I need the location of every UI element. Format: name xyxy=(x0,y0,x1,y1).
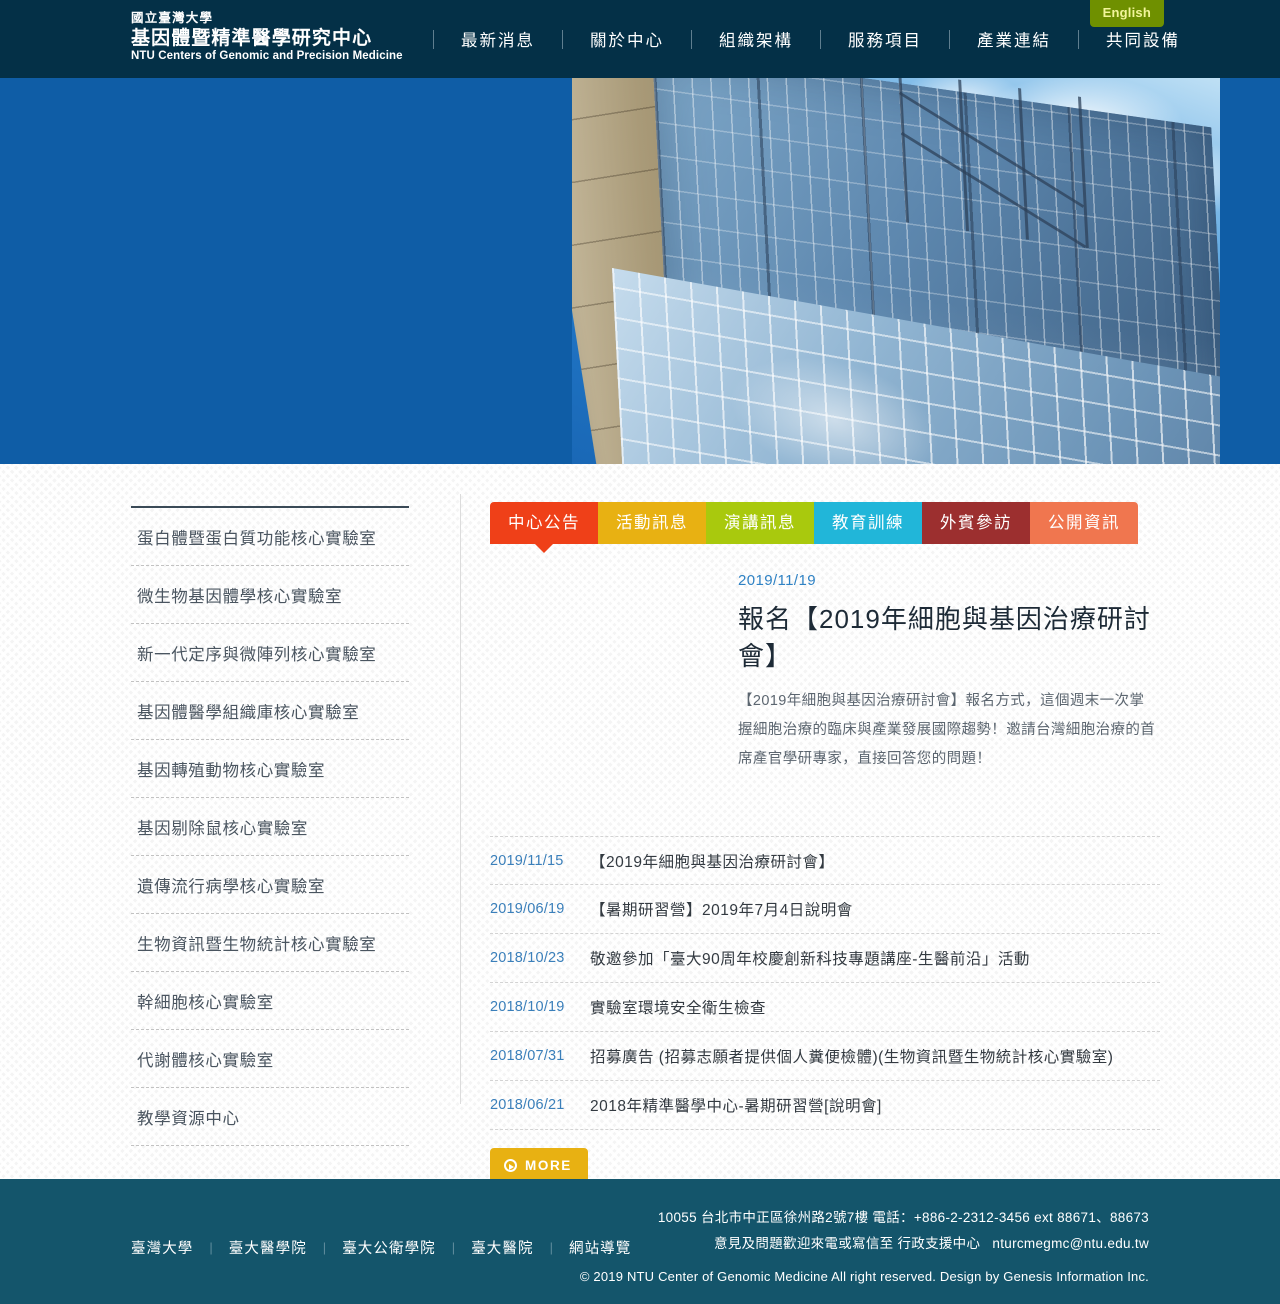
nav-item-services[interactable]: 服務項目 xyxy=(822,27,948,51)
news-list-item[interactable]: 2019/06/19 【暑期研習營】2019年7月4日說明會 xyxy=(490,885,1160,934)
logo-university-name: 國立臺灣大學 xyxy=(131,11,214,25)
site-footer: 臺灣大學 | 臺大醫學院 | 臺大公衛學院 | 臺大醫院 | 網站導覽 1005… xyxy=(0,1179,1280,1304)
sidebar-item-metabolomics-lab[interactable]: 代謝體核心實驗室 xyxy=(131,1030,409,1088)
footer-email-link[interactable]: nturcmegmc@ntu.edu.tw xyxy=(992,1236,1149,1251)
footer-address: 10055 台北市中正區徐州路2號7樓 電話：+886-2-2312-3456 … xyxy=(657,1210,1149,1225)
footer-link-public-health-college[interactable]: 臺大公衛學院 xyxy=(342,1237,436,1258)
logo-english-name: NTU Centers of Genomic and Precision Med… xyxy=(131,49,403,62)
footer-contact-prefix: 意見及問題歡迎來電或寫信至 行政支援中心 xyxy=(714,1235,981,1251)
nav-divider xyxy=(949,29,950,49)
footer-link-divider: | xyxy=(549,1240,553,1255)
footer-link-ntu[interactable]: 臺灣大學 xyxy=(131,1237,193,1258)
news-list: 2019/11/15 【2019年細胞與基因治療研討會】 2019/06/19 … xyxy=(490,836,1160,1130)
news-list-item[interactable]: 2018/10/19 實驗室環境安全衛生檢查 xyxy=(490,983,1160,1032)
news-panel: 中心公告 活動訊息 演講訊息 教育訓練 外賓參訪 公開資訊 2019/11/19… xyxy=(490,502,1160,1183)
hero-building-image xyxy=(572,78,1220,464)
footer-link-divider: | xyxy=(451,1240,456,1255)
news-item-date: 2018/06/21 xyxy=(490,1097,565,1113)
arrow-circle-icon xyxy=(504,1159,517,1172)
nav-item-organization[interactable]: 組織架構 xyxy=(693,27,819,51)
tab-lecture-news[interactable]: 演講訊息 xyxy=(706,502,814,544)
sidebar-item-genetic-epidemiology-lab[interactable]: 遺傳流行病學核心實驗室 xyxy=(131,856,409,914)
featured-news-date: 2019/11/19 xyxy=(738,572,816,589)
nav-divider xyxy=(1078,29,1079,49)
sidebar-item-microbial-genomics-lab[interactable]: 微生物基因體學核心實驗室 xyxy=(131,566,409,624)
news-list-item[interactable]: 2018/07/31 招募廣告 (招募志願者提供個人糞便檢體)(生物資訊暨生物統… xyxy=(490,1032,1160,1081)
news-item-title: 【暑期研習營】2019年7月4日說明會 xyxy=(590,902,853,919)
footer-link-list: 臺灣大學 | 臺大醫學院 | 臺大公衛學院 | 臺大醫院 | 網站導覽 xyxy=(131,1237,631,1258)
main-content: 蛋白體暨蛋白質功能核心實驗室 微生物基因體學核心實驗室 新一代定序與微陣列核心實… xyxy=(0,464,1280,1183)
featured-news-description: 【2019年細胞與基因治療研討會】報名方式，這個週末一次掌握細胞治療的臨床與產業… xyxy=(738,693,1156,767)
language-switch-button[interactable]: English xyxy=(1089,0,1164,27)
more-news-button[interactable]: MORE xyxy=(490,1148,588,1183)
sidebar-item-knockout-mouse-lab[interactable]: 基因剔除鼠核心實驗室 xyxy=(131,798,409,856)
sidebar-item-bioinformatics-biostatistics-lab[interactable]: 生物資訊暨生物統計核心實驗室 xyxy=(131,914,409,972)
news-list-item[interactable]: 2019/11/15 【2019年細胞與基因治療研討會】 xyxy=(490,836,1160,885)
news-item-title: 招募廣告 (招募志願者提供個人糞便檢體)(生物資訊暨生物統計核心實驗室) xyxy=(590,1049,1114,1066)
hero-banner xyxy=(0,78,1280,464)
footer-link-sitemap[interactable]: 網站導覽 xyxy=(569,1237,631,1258)
news-item-date: 2018/10/23 xyxy=(490,950,565,966)
nav-divider xyxy=(433,29,434,49)
nav-divider xyxy=(820,29,821,49)
tab-activity-news[interactable]: 活動訊息 xyxy=(598,502,706,544)
news-item-date: 2019/11/15 xyxy=(490,852,564,869)
nav-item-shared-facilities[interactable]: 共同設備 xyxy=(1080,27,1206,51)
sidebar-item-genomic-tissue-bank-lab[interactable]: 基因體醫學組織庫核心實驗室 xyxy=(131,682,409,740)
tab-education-training[interactable]: 教育訓練 xyxy=(814,502,922,544)
featured-news-title[interactable]: 報名【2019年細胞與基因治療研討會】 xyxy=(738,599,1156,673)
sidebar-item-stem-cell-lab[interactable]: 幹細胞核心實驗室 xyxy=(131,972,409,1030)
footer-link-divider: | xyxy=(322,1240,327,1255)
sidebar-item-ngs-microarray-lab[interactable]: 新一代定序與微陣列核心實驗室 xyxy=(131,624,409,682)
news-tab-bar: 中心公告 活動訊息 演講訊息 教育訓練 外賓參訪 公開資訊 xyxy=(490,502,1160,553)
tab-guest-visits[interactable]: 外賓參訪 xyxy=(922,502,1030,544)
news-list-item[interactable]: 2018/10/23 敬邀參加「臺大90周年校慶創新科技專題講座-生醫前沿」活動 xyxy=(490,934,1160,983)
nav-item-industry-links[interactable]: 產業連結 xyxy=(951,27,1077,51)
news-item-date: 2018/07/31 xyxy=(490,1048,565,1064)
featured-news: 2019/11/19 報名【2019年細胞與基因治療研討會】 【2019年細胞與… xyxy=(490,572,1160,774)
news-item-title: 【2019年細胞與基因治療研討會】 xyxy=(590,853,835,871)
site-header: 國立臺灣大學 基因體暨精準醫學研究中心 NTU Centers of Genom… xyxy=(0,0,1280,78)
more-news-button-label: MORE xyxy=(525,1158,572,1173)
sidebar-item-transgenic-animal-lab[interactable]: 基因轉殖動物核心實驗室 xyxy=(131,740,409,798)
content-vertical-divider xyxy=(460,494,461,1104)
footer-contact-line: 意見及問題歡迎來電或寫信至 行政支援中心 nturcmegmc@ntu.edu.… xyxy=(658,1231,1149,1257)
news-item-title: 實驗室環境安全衛生檢查 xyxy=(590,1000,767,1017)
tab-public-information[interactable]: 公開資訊 xyxy=(1030,502,1138,544)
footer-contact-info: 10055 台北市中正區徐州路2號7樓 電話：+886-2-2312-3456 … xyxy=(658,1205,1149,1256)
nav-item-about-center[interactable]: 關於中心 xyxy=(564,27,690,51)
nav-divider xyxy=(691,29,692,49)
sidebar-item-proteomics-lab[interactable]: 蛋白體暨蛋白質功能核心實驗室 xyxy=(131,508,409,566)
footer-link-divider: | xyxy=(209,1240,213,1255)
news-item-title: 2018年精準醫學中心-暑期研習營[說明會] xyxy=(590,1098,882,1115)
logo-center-name: 基因體暨精準醫學研究中心 xyxy=(131,27,373,49)
footer-link-medical-college[interactable]: 臺大醫學院 xyxy=(229,1237,307,1258)
footer-link-ntu-hospital[interactable]: 臺大醫院 xyxy=(471,1237,533,1258)
news-item-date: 2019/06/19 xyxy=(490,901,565,917)
footer-copyright: © 2019 NTU Center of Genomic Medicine Al… xyxy=(579,1269,1149,1284)
nav-divider xyxy=(562,29,563,49)
sidebar-lab-list: 蛋白體暨蛋白質功能核心實驗室 微生物基因體學核心實驗室 新一代定序與微陣列核心實… xyxy=(131,506,409,1146)
news-item-date: 2018/10/19 xyxy=(490,999,565,1015)
site-logo[interactable]: 國立臺灣大學 基因體暨精準醫學研究中心 NTU Centers of Genom… xyxy=(131,12,403,62)
sidebar-item-teaching-resource-center[interactable]: 教學資源中心 xyxy=(131,1088,409,1146)
nav-item-latest-news[interactable]: 最新消息 xyxy=(435,27,561,51)
tab-center-announcements[interactable]: 中心公告 xyxy=(490,502,598,553)
news-list-item[interactable]: 2018/06/21 2018年精準醫學中心-暑期研習營[說明會] xyxy=(490,1081,1160,1130)
news-item-title: 敬邀參加「臺大90周年校慶創新科技專題講座-生醫前沿」活動 xyxy=(590,951,1030,968)
